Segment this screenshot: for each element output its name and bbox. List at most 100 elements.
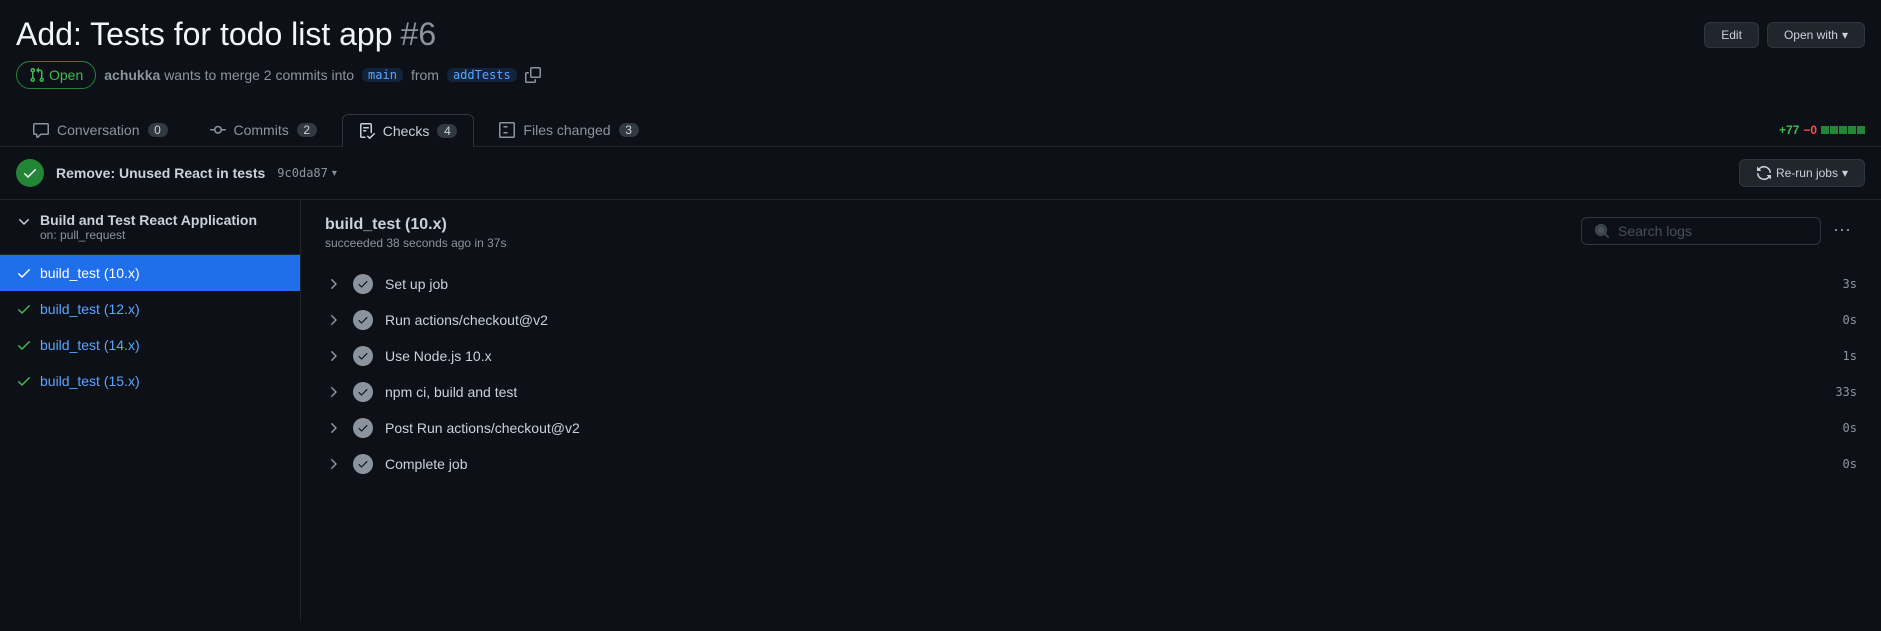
job-label: build_test (10.x) <box>40 265 140 281</box>
author-link[interactable]: achukka <box>104 67 160 83</box>
step-row[interactable]: Run actions/checkout@v20s <box>325 302 1857 338</box>
chevron-down-icon: ▾ <box>1842 28 1848 42</box>
step-row[interactable]: Set up job 3s <box>325 266 1857 302</box>
workflow-name: Build and Test React Application <box>40 212 257 228</box>
tab-checks-label: Checks <box>383 123 430 139</box>
title-row: Add: Tests for todo list app #6 Edit Ope… <box>16 16 1865 53</box>
diff-stats: +77 −0 <box>1779 123 1865 137</box>
search-logs-box[interactable] <box>1581 217 1821 245</box>
diff-block-add <box>1848 126 1856 134</box>
step-name: Run actions/checkout@v2 <box>385 312 1831 328</box>
edit-button-label: Edit <box>1721 28 1742 42</box>
content-header: build_test (10.x) succeeded 38 seconds a… <box>301 200 1881 266</box>
edit-button[interactable]: Edit <box>1704 22 1759 48</box>
step-status-icon <box>353 310 373 330</box>
head-branch[interactable]: addTests <box>447 68 517 82</box>
chevron-right-icon <box>325 312 341 328</box>
main: Build and Test React Application on: pul… <box>0 200 1881 621</box>
commit-sha: 9c0da87 <box>277 166 328 180</box>
deletions-count: −0 <box>1803 123 1817 137</box>
commit-left: Remove: Unused React in tests 9c0da87 ▾ <box>16 159 337 187</box>
pr-number: #6 <box>401 16 437 53</box>
tab-checks[interactable]: Checks 4 <box>342 114 475 147</box>
step-duration: 0s <box>1843 457 1857 471</box>
step-status-icon <box>353 346 373 366</box>
step-name: Use Node.js 10.x <box>385 348 1831 364</box>
open-with-label: Open with <box>1784 28 1838 42</box>
chevron-right-icon <box>325 420 341 436</box>
chevron-right-icon <box>325 348 341 364</box>
merge-text-2: from <box>411 67 439 83</box>
job-label: build_test (12.x) <box>40 301 140 317</box>
open-with-button[interactable]: Open with ▾ <box>1767 22 1865 48</box>
git-pull-request-icon <box>29 67 45 83</box>
chevron-right-icon <box>325 456 341 472</box>
job-label: build_test (15.x) <box>40 373 140 389</box>
tabs-row: Conversation 0 Commits 2 Checks 4 Files … <box>0 113 1881 147</box>
step-name: Set up job <box>385 276 1831 292</box>
chevron-down-icon: ▾ <box>1842 166 1848 180</box>
tab-commits-count: 2 <box>297 123 317 137</box>
rerun-jobs-label: Re-run jobs <box>1776 166 1838 180</box>
state-text: Open <box>49 67 83 83</box>
step-row[interactable]: npm ci, build and test 33s <box>325 374 1857 410</box>
diff-block-add <box>1857 126 1865 134</box>
step-status-icon <box>353 274 373 294</box>
tab-commits[interactable]: Commits 2 <box>193 113 334 146</box>
step-row[interactable]: Complete job0s <box>325 446 1857 482</box>
status-success-icon <box>16 159 44 187</box>
workflow-header[interactable]: Build and Test React Application on: pul… <box>0 200 300 255</box>
base-branch[interactable]: main <box>362 68 403 82</box>
check-icon <box>16 337 32 353</box>
step-status-icon <box>353 418 373 438</box>
title-left: Add: Tests for todo list app #6 <box>16 16 436 53</box>
additions-count: +77 <box>1779 123 1799 137</box>
job-title: build_test (10.x) <box>325 216 506 234</box>
search-logs-input[interactable] <box>1618 223 1808 239</box>
diff-block-add <box>1830 126 1838 134</box>
job-list: build_test (10.x) build_test (12.x) build_… <box>0 255 300 399</box>
tab-files[interactable]: Files changed 3 <box>482 113 655 146</box>
tab-checks-count: 4 <box>437 124 457 138</box>
chevron-right-icon <box>325 384 341 400</box>
copy-icon[interactable] <box>525 67 541 83</box>
chevron-down-icon <box>16 214 32 230</box>
step-duration: 0s <box>1843 421 1857 435</box>
diff-block-add <box>1839 126 1847 134</box>
step-duration: 3s <box>1843 277 1857 291</box>
sidebar-job-item[interactable]: build_test (15.x) <box>0 363 300 399</box>
tab-files-count: 3 <box>619 123 639 137</box>
sidebar-job-item[interactable]: build_test (12.x) <box>0 291 300 327</box>
tab-conversation-count: 0 <box>148 123 168 137</box>
check-icon <box>16 301 32 317</box>
check-icon <box>16 373 32 389</box>
diff-blocks <box>1821 126 1865 134</box>
state-badge: Open <box>16 61 96 89</box>
merge-text-1: wants to merge 2 commits into <box>164 67 354 83</box>
meta-row: Open achukka wants to merge 2 commits in… <box>16 61 1865 105</box>
tabs: Conversation 0 Commits 2 Checks 4 Files … <box>16 113 656 146</box>
chevron-down-icon: ▾ <box>332 168 337 179</box>
steps-list: Set up job3sRun actions/checkout@v20sUse… <box>301 266 1881 498</box>
step-row[interactable]: Post Run actions/checkout@v20s <box>325 410 1857 446</box>
step-status-icon <box>353 382 373 402</box>
check-icon <box>16 265 32 281</box>
step-status-icon <box>353 454 373 474</box>
workflow-event: on: pull_request <box>40 228 257 242</box>
search-icon <box>1594 223 1610 239</box>
step-duration: 33s <box>1835 385 1857 399</box>
tab-conversation-label: Conversation <box>57 122 140 138</box>
step-row[interactable]: Use Node.js 10.x1s <box>325 338 1857 374</box>
tab-conversation[interactable]: Conversation 0 <box>16 113 185 146</box>
chevron-right-icon <box>325 276 341 292</box>
commit-bar: Remove: Unused React in tests 9c0da87 ▾ … <box>0 147 1881 200</box>
kebab-menu-icon[interactable]: ⋯ <box>1829 216 1857 245</box>
sidebar: Build and Test React Application on: pul… <box>0 200 301 621</box>
sidebar-job-item[interactable]: build_test (14.x) <box>0 327 300 363</box>
commit-sha-dropdown[interactable]: 9c0da87 ▾ <box>277 166 337 180</box>
rerun-jobs-button[interactable]: Re-run jobs ▾ <box>1739 159 1865 187</box>
content-header-right: ⋯ <box>1581 216 1857 245</box>
step-name: npm ci, build and test <box>385 384 1823 400</box>
pr-title: Add: Tests for todo list app <box>16 16 393 53</box>
sidebar-job-item[interactable]: build_test (10.x) <box>0 255 300 291</box>
